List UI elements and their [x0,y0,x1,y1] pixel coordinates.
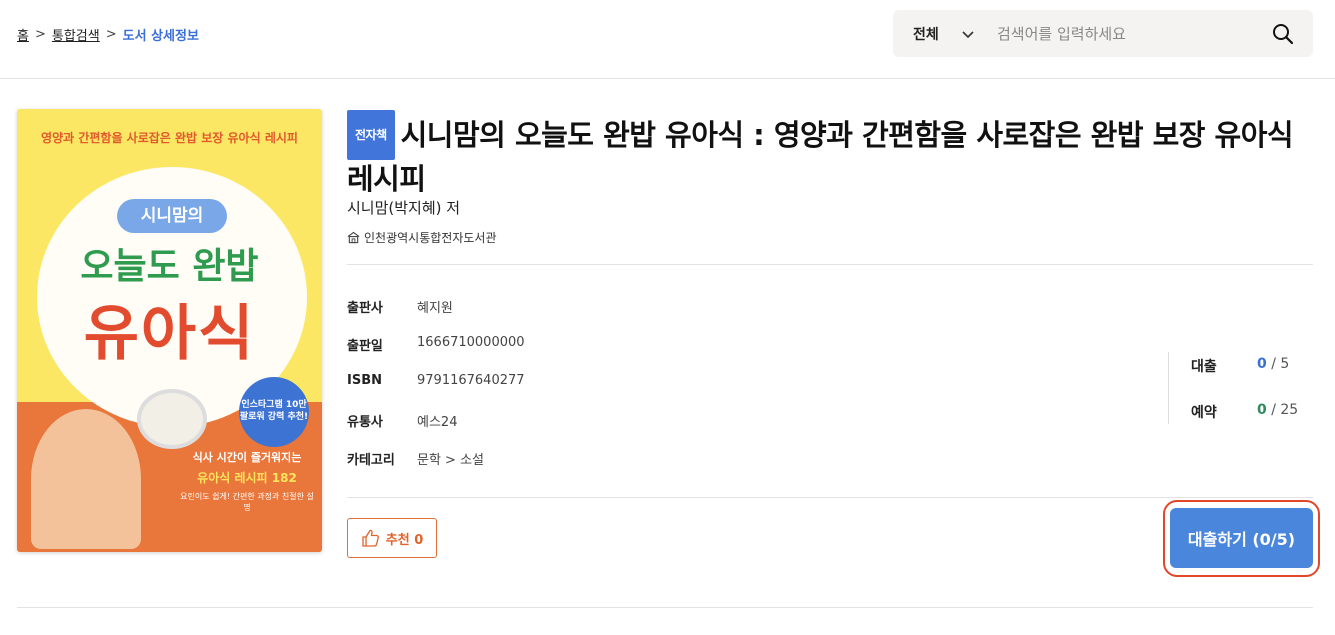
meta-row-publisher: 출판사 혜지원 [347,297,525,335]
loan-count: 0 [1257,356,1267,372]
reserve-label: 예약 [1191,405,1217,421]
chevron-down-icon[interactable] [961,27,975,41]
search-icon[interactable] [1271,22,1295,46]
book-title-text: 시니맘의 오늘도 완밥 유아식 : 영양과 간편함을 사로잡은 완밥 보장 유아… [347,118,1294,196]
recommend-label: 추천 0 [385,532,424,548]
breadcrumb-search-link[interactable]: 통합검색 [52,25,100,44]
meta-value: 1666710000000 [417,335,525,350]
loan-stat: 대출 0 / 5 [1191,356,1301,376]
meta-row-pubdate: 출판일 1666710000000 [347,335,525,373]
loan-total: / 5 [1266,356,1290,372]
meta-label: 출판사 [347,301,383,316]
breadcrumb: 홈 > 통합검색 > 도서 상세정보 [17,25,199,44]
cover-line1: 식사 시간이 즐거워지는 [192,451,302,464]
reserve-count: 0 [1257,402,1267,418]
cover-brand: 시니맘의 [117,199,227,233]
meta-label: 유통사 [347,415,383,430]
meta-value: 혜지원 [417,301,453,316]
meta-row-category: 카테고리 문학 > 소설 [347,449,525,487]
reserve-stat: 예약 0 / 25 [1191,402,1301,422]
book-title-block: 전자책 시니맘의 오늘도 완밥 유아식 : 영양과 간편함을 사로잡은 완밥 보장… [347,110,1307,198]
book-title: 전자책 시니맘의 오늘도 완밥 유아식 : 영양과 간편함을 사로잡은 완밥 보장… [347,110,1307,198]
availability-stats: 대출 0 / 5 예약 0 / 25 [1168,352,1318,424]
cover-badge: 인스타그램 10만 팔로워 강력 추천! [239,377,309,447]
meta-value: 예스24 [417,415,458,430]
library-name: 인천광역시통합전자도서관 [364,231,497,245]
meta-value: 9791167640277 [417,373,525,388]
search-scope-select[interactable]: 전체 [913,24,959,44]
meta-label: 출판일 [347,339,383,354]
ebook-badge: 전자책 [347,110,395,160]
search-bar: 전체 [893,10,1313,57]
cover-title-line2: 유아식 [83,299,256,369]
meta-label: ISBN [347,373,382,388]
recommend-button[interactable]: 추천 0 [347,518,437,558]
divider [347,264,1313,265]
cover-line3: 요린이도 쉽게! 간편한 과정과 친절한 설명 [180,492,314,513]
breadcrumb-current: 도서 상세정보 [122,29,199,44]
breadcrumb-separator: > [105,27,117,42]
book-cover-image: 영양과 간편함을 사로잡은 완밥 보장 유아식 레시피 시니맘의 오늘도 완밥 … [17,109,322,552]
cover-title-line1: 오늘도 완밥 [80,246,259,287]
meta-value: 문학 > 소설 [417,453,484,468]
meta-row-isbn: ISBN 9791167640277 [347,373,525,411]
library-info: 인천광역시통합전자도서관 [347,229,496,246]
header: 홈 > 통합검색 > 도서 상세정보 전체 [0,0,1335,79]
meta-row-distributor: 유통사 예스24 [347,411,525,449]
search-input[interactable] [997,24,1247,43]
library-building-icon [347,231,360,244]
cover-child-illustration [31,409,141,549]
reserve-total: / 25 [1266,402,1299,418]
cover-line2: 유아식 레시피 182 [197,471,297,485]
book-metadata: 출판사 혜지원 출판일 1666710000000 ISBN 979116764… [347,297,525,487]
breadcrumb-separator: > [34,27,46,42]
meta-label: 카테고리 [347,453,395,468]
book-author: 시니맘(박지혜) 저 [347,199,461,217]
breadcrumb-home-link[interactable]: 홈 [17,25,29,44]
cover-bowl-illustration [137,389,207,449]
thumbs-up-icon [362,529,379,547]
divider [347,497,1313,498]
borrow-button[interactable]: 대출하기 (0/5) [1170,508,1313,568]
loan-label: 대출 [1191,359,1217,375]
divider [17,607,1313,608]
cover-tagline: 영양과 간편함을 사로잡은 완밥 보장 유아식 레시피 [41,131,298,145]
